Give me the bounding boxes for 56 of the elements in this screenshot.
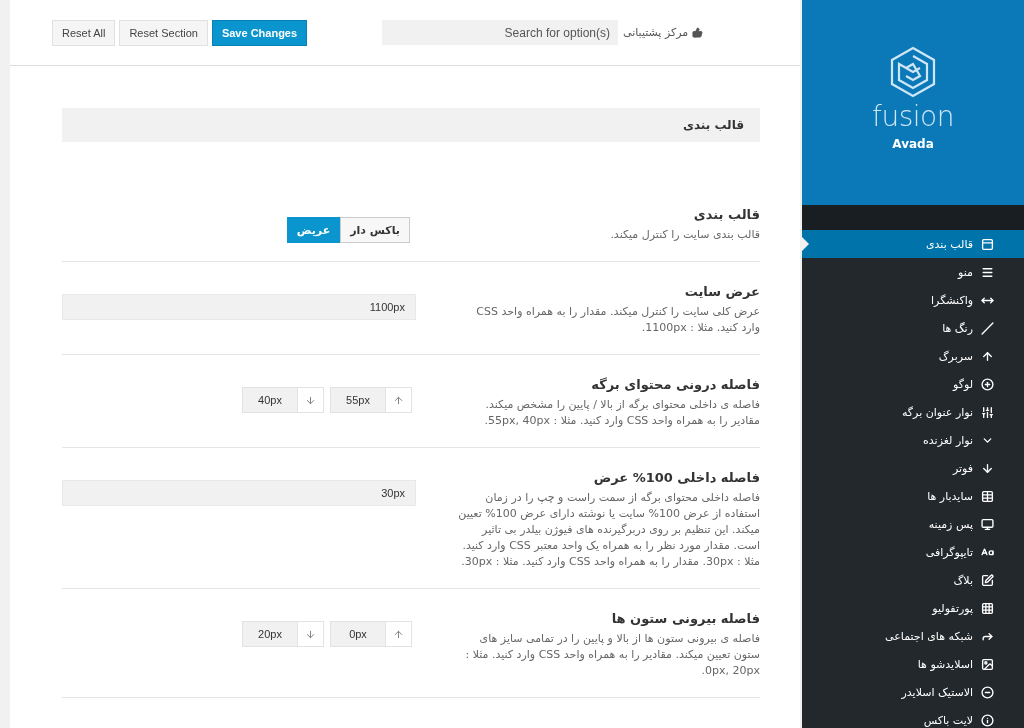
option-description: قالب بندی سایت را کنترل میکند.	[609, 227, 760, 243]
reset-button[interactable]: Reset All	[52, 19, 116, 46]
section-title: قالب بندی	[682, 118, 744, 132]
option-description: عرض کلی سایت را کنترل میکند. مقدار را به همراه واحد CSS وارد کنید. مثلا : 1100px.	[475, 304, 760, 336]
value-field[interactable]: 30px	[62, 480, 416, 506]
down-arrow-icon	[981, 461, 994, 475]
spacing-field[interactable]: 40px	[242, 387, 297, 413]
search-field[interactable]: Search for option(s)	[382, 20, 618, 45]
sidebar-item[interactable]: رنگ ها	[802, 314, 1024, 342]
product-name: Avada	[892, 137, 934, 151]
sidebar-item[interactable]: سایدبار ها	[802, 482, 1024, 510]
logo-wordmark: fusion	[872, 100, 954, 133]
menu-icon	[981, 265, 994, 279]
layout-choice[interactable]: باکس دار	[340, 217, 410, 243]
sliders-icon	[981, 405, 994, 419]
sidebar-item[interactable]: الاستیک اسلایدر	[802, 678, 1024, 706]
sidebar-item[interactable]: نوار لغزنده	[802, 426, 1024, 454]
layout-icon	[981, 237, 994, 251]
option-title: فاصله داخلی 100% عرض	[592, 470, 760, 485]
option-description: فاصله ی داخلی محتوای برگه از بالا / پایین را مشخص میکند. مقادیر را به همراه واحد CSS وارد کنید. مثلا : 55px, 40px.	[483, 397, 760, 429]
sidebar-item[interactable]: قالب بندی	[802, 230, 1024, 258]
plus-circle-icon	[981, 377, 994, 391]
option-title: فاصله درونی محتوای برگه	[590, 377, 760, 392]
sidebar-item[interactable]: لوگو	[802, 370, 1024, 398]
sidebar-item[interactable]: سربرگ	[802, 342, 1024, 370]
sidebar-item[interactable]: اسلایدشو ها	[802, 650, 1024, 678]
monitor-icon	[981, 517, 994, 531]
sidebar-item[interactable]: پس زمینه	[802, 510, 1024, 538]
option-description: فاصله داخلی محتوای برگه از سمت راست و چپ را در زمان استفاده از عرض 100% سایت یا نوشته دارای عرض 100% تعیین میکند. این تنظیم بر روی دربرگیرنده های فیوژن بیلدر بی تاثیر است. مقدار مورد نظر را به همراه یک واحد معتبر CSS وارد کنید. مثلا : 30px. مقدار را به همراه واحد CSS وارد کنید. مثلا : 30px.	[457, 490, 760, 570]
sidebar-item[interactable]: بلاگ	[802, 566, 1024, 594]
sidebar-item[interactable]: شبکه های اجتماعی	[802, 622, 1024, 650]
option-title: عرض سایت	[683, 284, 760, 299]
value-field[interactable]: 1100px	[62, 294, 416, 320]
spacing-field[interactable]: 20px	[242, 621, 297, 647]
option-title: قالب بندی	[692, 207, 760, 222]
option-description: فاصله ی بیرونی ستون ها از بالا و پایین را در تمامی سایز های ستون تعیین میکند. مقادیر را به همراه واحد CSS وارد کنید. مثلا : 0px, 20px.	[464, 631, 760, 679]
sidebar-item[interactable]: نوار عنوان برگه	[802, 398, 1024, 426]
edit-icon	[981, 573, 994, 587]
grid-icon	[981, 601, 994, 615]
up-arrow-icon	[981, 349, 994, 363]
reset-button[interactable]: Reset Section	[119, 19, 208, 46]
sidebar-item[interactable]: واکنشگرا	[802, 286, 1024, 314]
sidebar-item[interactable]: منو	[802, 258, 1024, 286]
sidebar-item[interactable]: تایپوگرافی	[802, 538, 1024, 566]
image-icon	[981, 657, 994, 671]
active-pointer-icon	[802, 237, 809, 251]
sidebar-item[interactable]: پورتفولیو	[802, 594, 1024, 622]
info-icon	[981, 713, 994, 727]
option-title: فاصله بیرونی ستون ها	[610, 611, 760, 626]
spacing-field[interactable]: 0px	[330, 621, 385, 647]
support-link[interactable]: مرکز پشتیبانی	[623, 26, 758, 39]
spacing-field[interactable]: 55px	[330, 387, 385, 413]
thumbs-up-icon	[692, 27, 704, 38]
sidebar-item[interactable]: لایت باکس	[802, 706, 1024, 728]
minus-circle-icon	[981, 685, 994, 699]
sidebar-item[interactable]: فوتر	[802, 454, 1024, 482]
